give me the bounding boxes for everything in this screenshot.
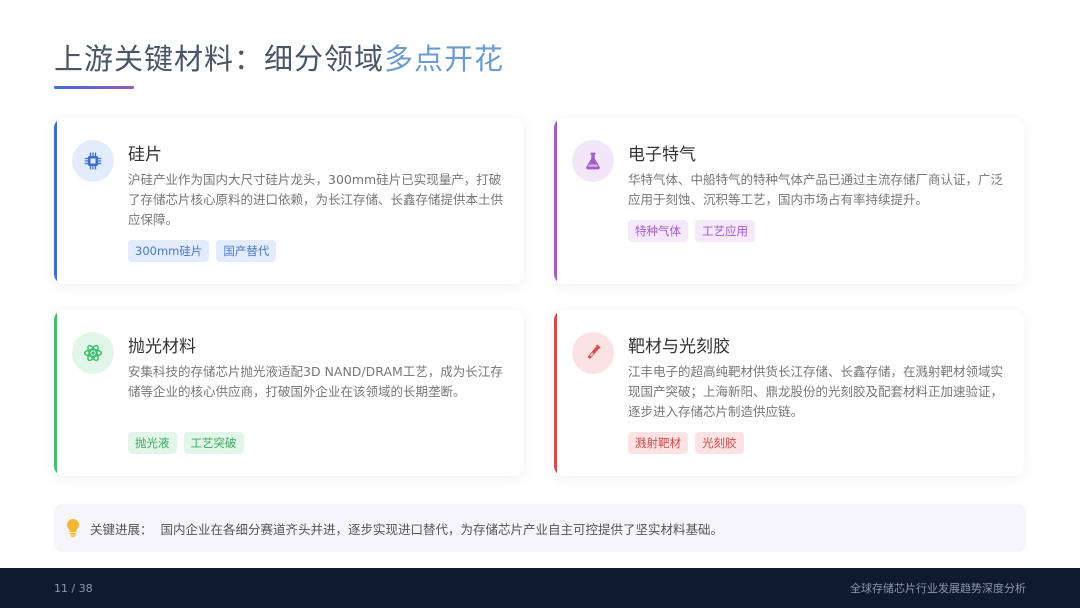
card-target-photoresist: 靶材与光刻胶 江丰电子的超高纯靶材供货长江存储、长鑫存储，在溅射靶材领域实现国产… [554,310,1024,476]
chip-icon [84,152,102,170]
chip-icon-badge [72,140,114,182]
atom-icon [83,344,103,362]
tag: 国产替代 [216,240,277,262]
tag: 特种气体 [628,220,688,242]
card-title: 电子特气 [628,145,696,165]
key-progress-note: 关键进展： 国内企业在各细分赛道齐头并进，逐步实现进口替代，为存储芯片产业自主可… [54,504,1026,552]
tag: 溅射靶材 [628,432,688,454]
tag: 抛光液 [128,432,177,454]
card-title: 靶材与光刻胶 [628,337,730,357]
test-tube-icon-badge [572,332,614,374]
card-description: 安集科技的存储芯片抛光液适配3D NAND/DRAM工艺，成为长江存储等企业的核… [128,364,503,399]
card-title: 硅片 [128,145,162,165]
card-description: 江丰电子的超高纯靶材供货长江存储、长鑫存储，在溅射靶材领域实现国产突破；上海新阳… [628,364,1004,419]
card-electronic-gas: 电子特气 华特气体、中船特气的特种气体产品已通过主流存储厂商认证，广泛应用于刻蚀… [554,118,1024,284]
page-title: 上游关键材料：细分领域多点开花 [54,36,504,78]
tag-list: 特种气体 工艺应用 [628,220,755,242]
card-polishing-material: 抛光材料 安集科技的存储芯片抛光液适配3D NAND/DRAM工艺，成为长江存储… [54,310,524,476]
page-header: 上游关键材料：细分领域多点开花 [54,36,504,89]
tag: 工艺应用 [695,220,755,242]
lightbulb-icon [66,519,80,537]
card-description: 华特气体、中船特气的特种气体产品已通过主流存储厂商认证，广泛应用于刻蚀、沉积等工… [628,172,1004,207]
tag-list: 溅射靶材 光刻胶 [628,432,744,454]
flask-icon [586,152,600,170]
test-tube-icon [588,344,601,359]
atom-icon-badge [72,332,114,374]
tag: 光刻胶 [695,432,744,454]
card-title: 抛光材料 [128,337,196,357]
tag: 工艺突破 [183,432,244,454]
title-underline [54,86,134,89]
document-title: 全球存储芯片行业发展趋势深度分析 [850,582,1026,595]
flask-icon-badge [572,140,614,182]
page-number: 11 / 38 [54,581,93,595]
note-label: 关键进展： [90,521,153,537]
page-title-highlight: 多点开花 [384,42,505,76]
tag-list: 300mm硅片 国产替代 [128,240,277,262]
tag: 300mm硅片 [128,240,210,262]
note-text: 国内企业在各细分赛道齐头并进，逐步实现进口替代，为存储芯片产业自主可控提供了坚实… [160,521,724,537]
footer: 11 / 38 全球存储芯片行业发展趋势深度分析 [0,568,1080,608]
card-silicon-wafer: 硅片 沪硅产业作为国内大尺寸硅片龙头，300mm硅片已实现量产，打破了存储芯片核… [54,118,524,284]
tag-list: 抛光液 工艺突破 [128,432,244,454]
card-description: 沪硅产业作为国内大尺寸硅片龙头，300mm硅片已实现量产，打破了存储芯片核心原料… [128,172,504,227]
page-title-main: 上游关键材料：细分领域 [54,42,385,76]
